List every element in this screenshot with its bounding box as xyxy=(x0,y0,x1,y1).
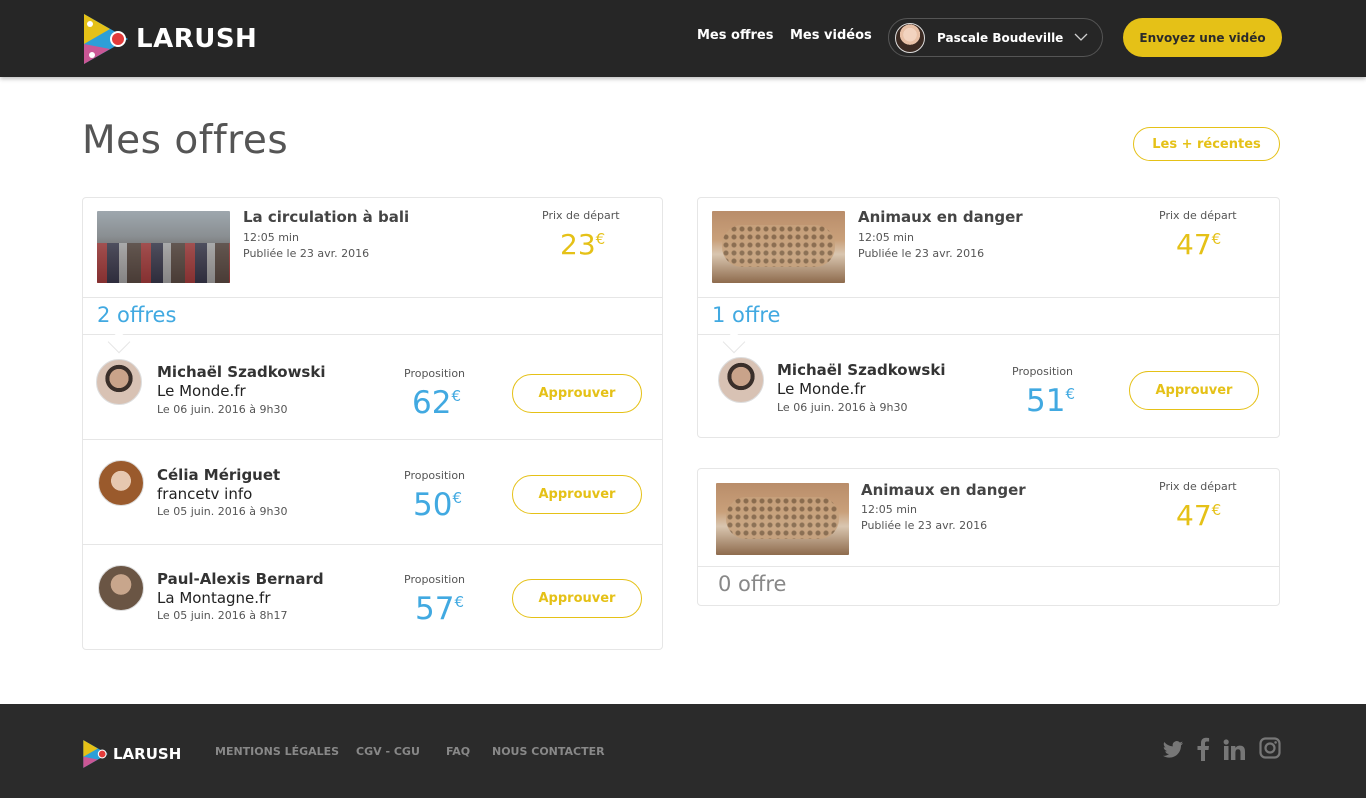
proposal-amount: 62€ xyxy=(412,385,461,421)
video-offers-card: La circulation à bali 12:05 min Publiée … xyxy=(82,197,663,650)
video-title[interactable]: La circulation à bali xyxy=(243,208,409,226)
offers-count-label: 0 offre xyxy=(718,572,787,596)
send-video-button[interactable]: Envoyez une vidéo xyxy=(1123,18,1282,57)
bidder-avatar xyxy=(98,565,144,611)
video-title[interactable]: Animaux en danger xyxy=(861,481,1026,499)
bidder-name: Célia Mériguet xyxy=(157,466,281,484)
video-title[interactable]: Animaux en danger xyxy=(858,208,1023,226)
start-price: 23€ xyxy=(560,228,606,261)
offers-count: 2 offres xyxy=(83,298,662,354)
larush-logo-icon xyxy=(84,14,128,64)
start-price: 47€ xyxy=(1176,499,1222,532)
top-header: LARUSH Mes offres Mes vidéos Pascale Bou… xyxy=(0,0,1366,77)
bidder-organization: Le Monde.fr xyxy=(777,380,866,398)
page-footer: LARUSH MENTIONS LÉGALES CGV - CGU FAQ NO… xyxy=(0,704,1366,798)
footer-brand-name: LARUSH xyxy=(113,745,182,763)
video-offers-card: Animaux en danger 12:05 min Publiée le 2… xyxy=(697,197,1280,438)
proposal-label: Proposition xyxy=(404,573,466,586)
bidder-organization: francetv info xyxy=(157,485,253,503)
footer-link-contact[interactable]: NOUS CONTACTER xyxy=(492,745,605,758)
instagram-icon[interactable] xyxy=(1259,737,1281,759)
offers-count: 0 offre xyxy=(698,567,1279,604)
proposal-label: Proposition xyxy=(404,469,466,482)
linkedin-icon[interactable] xyxy=(1223,739,1245,761)
footer-logo[interactable]: LARUSH xyxy=(81,739,181,769)
video-thumbnail[interactable] xyxy=(716,483,849,555)
offers-count-label: 2 offres xyxy=(97,303,177,327)
video-summary: Animaux en danger 12:05 min Publiée le 2… xyxy=(698,469,1279,567)
larush-logo-icon xyxy=(83,740,108,768)
offer-date: Le 06 juin. 2016 à 9h30 xyxy=(157,403,288,416)
video-thumbnail[interactable] xyxy=(712,211,845,283)
chevron-down-icon xyxy=(1074,33,1088,41)
bidder-name: Michaël Szadkowski xyxy=(777,361,946,379)
proposal-amount: 50€ xyxy=(413,487,462,523)
sort-recent-button[interactable]: Les + récentes xyxy=(1133,127,1280,161)
nav-my-videos[interactable]: Mes vidéos xyxy=(790,28,872,43)
video-published-date: Publiée le 23 avr. 2016 xyxy=(858,247,985,260)
video-offers-card: Animaux en danger 12:05 min Publiée le 2… xyxy=(697,468,1280,606)
approve-button[interactable]: Approuver xyxy=(1129,371,1259,410)
video-published-date: Publiée le 23 avr. 2016 xyxy=(861,519,988,532)
brand-name: LARUSH xyxy=(136,24,258,54)
offer-row: Michaël Szadkowski Le Monde.fr Le 06 jui… xyxy=(83,335,662,440)
video-thumbnail[interactable] xyxy=(97,211,230,283)
offer-row: Célia Mériguet francetv info Le 05 juin.… xyxy=(83,440,662,545)
offer-date: Le 05 juin. 2016 à 8h17 xyxy=(157,609,288,622)
approve-button[interactable]: Approuver xyxy=(512,374,642,413)
start-price: 47€ xyxy=(1176,228,1222,261)
bidder-avatar xyxy=(98,460,144,506)
facebook-icon[interactable] xyxy=(1196,737,1210,761)
bidder-organization: La Montagne.fr xyxy=(157,589,271,607)
video-published-date: Publiée le 23 avr. 2016 xyxy=(243,247,370,260)
bidder-avatar xyxy=(718,357,764,403)
proposal-label: Proposition xyxy=(404,367,466,380)
bidder-avatar xyxy=(96,359,142,405)
start-price-label: Prix de départ xyxy=(1159,209,1237,222)
offers-count: 1 offre xyxy=(698,298,1279,354)
nav-my-offers[interactable]: Mes offres xyxy=(697,28,773,43)
user-avatar xyxy=(895,22,925,53)
bidder-name: Paul-Alexis Bernard xyxy=(157,570,324,588)
user-menu[interactable]: Pascale Boudeville xyxy=(888,18,1103,57)
approve-button[interactable]: Approuver xyxy=(512,579,642,618)
page-title: Mes offres xyxy=(82,118,289,163)
offers-count-label: 1 offre xyxy=(712,303,781,327)
video-summary: La circulation à bali 12:05 min Publiée … xyxy=(83,198,662,298)
video-duration: 12:05 min xyxy=(858,231,914,244)
footer-link-terms[interactable]: CGV - CGU xyxy=(356,745,420,758)
footer-link-legal[interactable]: MENTIONS LÉGALES xyxy=(215,745,339,758)
start-price-label: Prix de départ xyxy=(1159,480,1237,493)
offer-date: Le 06 juin. 2016 à 9h30 xyxy=(777,401,908,414)
approve-button[interactable]: Approuver xyxy=(512,475,642,514)
bidder-organization: Le Monde.fr xyxy=(157,382,246,400)
twitter-icon[interactable] xyxy=(1162,740,1184,760)
footer-link-faq[interactable]: FAQ xyxy=(446,745,470,758)
video-summary: Animaux en danger 12:05 min Publiée le 2… xyxy=(698,198,1279,298)
offer-date: Le 05 juin. 2016 à 9h30 xyxy=(157,505,288,518)
proposal-amount: 51€ xyxy=(1026,383,1075,419)
proposal-amount: 57€ xyxy=(415,591,464,627)
user-name: Pascale Boudeville xyxy=(937,30,1064,45)
video-duration: 12:05 min xyxy=(861,503,917,516)
proposal-label: Proposition xyxy=(1012,365,1074,378)
video-duration: 12:05 min xyxy=(243,231,299,244)
brand-logo[interactable]: LARUSH xyxy=(80,12,257,66)
offer-row: Michaël Szadkowski Le Monde.fr Le 06 jui… xyxy=(698,335,1279,440)
start-price-label: Prix de départ xyxy=(542,209,620,222)
offer-row: Paul-Alexis Bernard La Montagne.fr Le 05… xyxy=(83,545,662,650)
bidder-name: Michaël Szadkowski xyxy=(157,363,326,381)
